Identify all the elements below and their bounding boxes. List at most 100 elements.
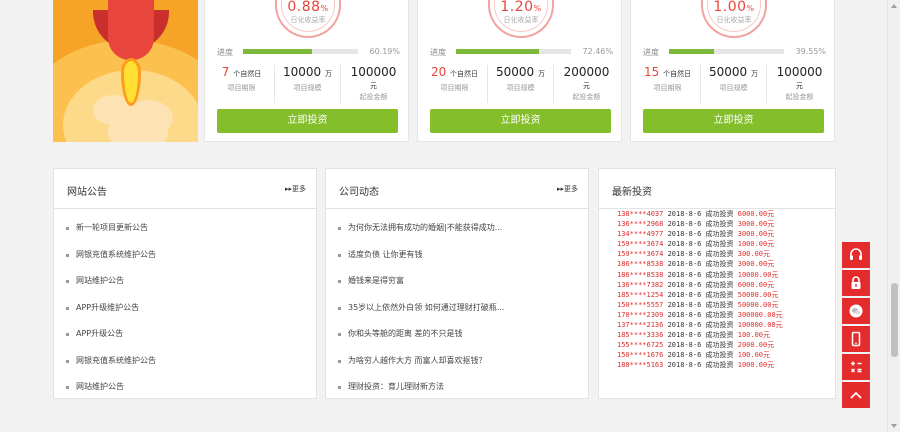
progress-bar [456, 49, 571, 54]
invest-phone: 136****7382 [617, 280, 664, 289]
lock-icon[interactable] [842, 270, 870, 296]
min-unit: 元 [796, 82, 803, 90]
scale-stat: 10000 万 项目规模 [275, 65, 341, 103]
invest-amount: 2000.00元 [737, 341, 775, 350]
invest-record: 170****2309 2018-8-6 成功投资 300000.00元 [599, 310, 835, 320]
headset-icon[interactable] [842, 242, 870, 268]
invest-record: 185****3336 2018-8-6 成功投资 100.00元 [599, 330, 835, 340]
news-item[interactable]: 适度负债 让你更有钱 [326, 242, 588, 269]
invest-amount: 3000.00元 [737, 220, 775, 229]
notice-item[interactable]: 网银充值系统维护公告 [54, 242, 316, 269]
progress-bar [243, 49, 358, 54]
term-value: 7 [221, 65, 230, 79]
invest-amount: 6000.00元 [737, 280, 775, 289]
news-item[interactable]: 为啥穷人越作大方 而富人却喜欢抠钱？ [326, 348, 588, 375]
news-item[interactable]: 婚钱来是得穷富 [326, 268, 588, 295]
yield-badge: 1.00% 日化收益率 [701, 0, 767, 38]
notice-item[interactable]: 网站维护公告 [54, 374, 316, 401]
invest-phone: 159****3674 [617, 250, 664, 259]
invest-phone: 134****4977 [617, 230, 664, 239]
progress-row: 进度 39.55% [643, 46, 826, 58]
invest-date: 2018-8-6 [667, 341, 702, 350]
scale-unit: 万 [325, 70, 332, 78]
invest-now-button[interactable]: 立即投资 [643, 109, 824, 133]
notice-item[interactable]: APP升级维护公告 [54, 295, 316, 322]
invest-now-button[interactable]: 立即投资 [430, 109, 611, 133]
invest-now-button[interactable]: 立即投资 [217, 109, 398, 133]
invest-phone: 138****4037 [617, 210, 664, 218]
scale-stat: 50000 万 项目规模 [701, 65, 767, 103]
notice-panel: 网站公告 ▸▸更多 新一轮项目更新公告 网银充值系统维护公告 网站维护公告 AP… [53, 168, 317, 399]
invest-text: 成功投资 [705, 331, 734, 340]
invest-record: 150****5557 2018-8-6 成功投资 50000.00元 [599, 300, 835, 310]
invest-text: 成功投资 [705, 321, 734, 330]
invest-phone: 170****2309 [617, 310, 664, 319]
rate-value: 1.20 [500, 0, 534, 15]
progress-value: 72.46% [582, 47, 613, 56]
invest-text: 成功投资 [705, 240, 734, 249]
scroll-up-arrow[interactable] [891, 4, 897, 8]
mobile-icon[interactable] [842, 326, 870, 352]
min-stat: 100000 元 起投金额 [341, 65, 406, 103]
min-stat: 100000 元 起投金额 [767, 65, 832, 103]
invest-amount: 1000.00元 [737, 361, 775, 370]
invest-phone: 186****8538 [617, 260, 664, 269]
calculator-icon[interactable] [842, 354, 870, 380]
invest-record: 186****8538 2018-8-6 成功投资 3000.00元 [599, 259, 835, 269]
wechat-icon[interactable] [842, 298, 870, 324]
scroll-thumb[interactable] [891, 283, 898, 357]
min-unit: 元 [370, 82, 377, 90]
invest-phone: 150****5557 [617, 300, 664, 309]
news-item[interactable]: 为何你无法拥有成功的婚姻|不能获得成功... [326, 215, 588, 242]
news-more-link[interactable]: ▸▸更多 [557, 184, 578, 194]
progress-value: 60.19% [369, 47, 400, 56]
scroll-down-arrow[interactable] [891, 424, 897, 428]
min-value: 100000 [350, 65, 397, 79]
invest-date: 2018-8-6 [667, 230, 702, 239]
invest-record: 186****8538 2018-8-6 成功投资 10000.00元 [599, 270, 835, 280]
scale-value: 50000 [708, 65, 748, 79]
invest-phone: 137****2136 [617, 321, 664, 330]
news-panel: 公司动态 ▸▸更多 为何你无法拥有成功的婚姻|不能获得成功... 适度负债 让你… [325, 168, 589, 399]
product-card: 1.20% 日化收益率 进度 72.46% 20 个自然日 项目期限 50000… [417, 0, 622, 142]
invest-date: 2018-8-6 [667, 270, 702, 279]
invest-date: 2018-8-6 [667, 210, 702, 218]
invest-list: 138****4037 2018-8-6 成功投资 6000.00元 136***… [599, 209, 835, 371]
invest-text: 成功投资 [705, 310, 734, 319]
notice-item[interactable]: 网站维护公告 [54, 268, 316, 295]
invest-record: 150****1676 2018-8-6 成功投资 100.00元 [599, 350, 835, 360]
scale-unit: 万 [751, 70, 758, 78]
rate-label: 日化收益率 [716, 16, 752, 24]
news-item[interactable]: 35岁以上依然外白领 如何通过理财打破瓶... [326, 295, 588, 322]
notice-item[interactable]: 新一轮项目更新公告 [54, 215, 316, 242]
invest-record: 138****4037 2018-8-6 成功投资 6000.00元 [599, 209, 835, 219]
invest-text: 成功投资 [705, 270, 734, 279]
min-value: 100000 [776, 65, 823, 79]
invest-record: 180****5163 2018-8-6 成功投资 1000.00元 [599, 360, 835, 370]
progress-row: 进度 60.19% [217, 46, 400, 58]
invest-date: 2018-8-6 [667, 361, 702, 370]
invest-amount: 3000.00元 [737, 230, 775, 239]
news-item[interactable]: 理财投资：育儿理财新方法 [326, 374, 588, 401]
news-item[interactable]: 你和头等舱的距离 差的不只是钱 [326, 321, 588, 348]
notice-item[interactable]: 网银充值系统维护公告 [54, 348, 316, 375]
invest-record: 155****6725 2018-8-6 成功投资 2000.00元 [599, 340, 835, 350]
back-to-top-icon[interactable] [842, 382, 870, 408]
invest-record: 136****7382 2018-8-6 成功投资 6000.00元 [599, 280, 835, 290]
page-scrollbar[interactable] [887, 0, 900, 432]
min-unit: 元 [583, 82, 590, 90]
notice-more-link[interactable]: ▸▸更多 [285, 184, 306, 194]
rate-unit: % [746, 4, 755, 13]
invest-date: 2018-8-6 [667, 321, 702, 330]
invest-amount: 50000.00元 [737, 290, 779, 299]
term-key: 项目期限 [440, 84, 469, 92]
invest-record: 159****3674 2018-8-6 成功投资 300.00元 [599, 249, 835, 259]
news-title: 公司动态 [339, 187, 379, 198]
rate-unit: % [320, 4, 329, 13]
rate-label: 日化收益率 [503, 16, 539, 24]
min-key: 起投金额 [572, 93, 601, 101]
notice-item[interactable]: APP升级公告 [54, 321, 316, 348]
invest-title: 最新投资 [612, 187, 652, 198]
invest-amount: 100.00元 [737, 351, 771, 360]
scale-stat: 50000 万 项目规模 [488, 65, 554, 103]
